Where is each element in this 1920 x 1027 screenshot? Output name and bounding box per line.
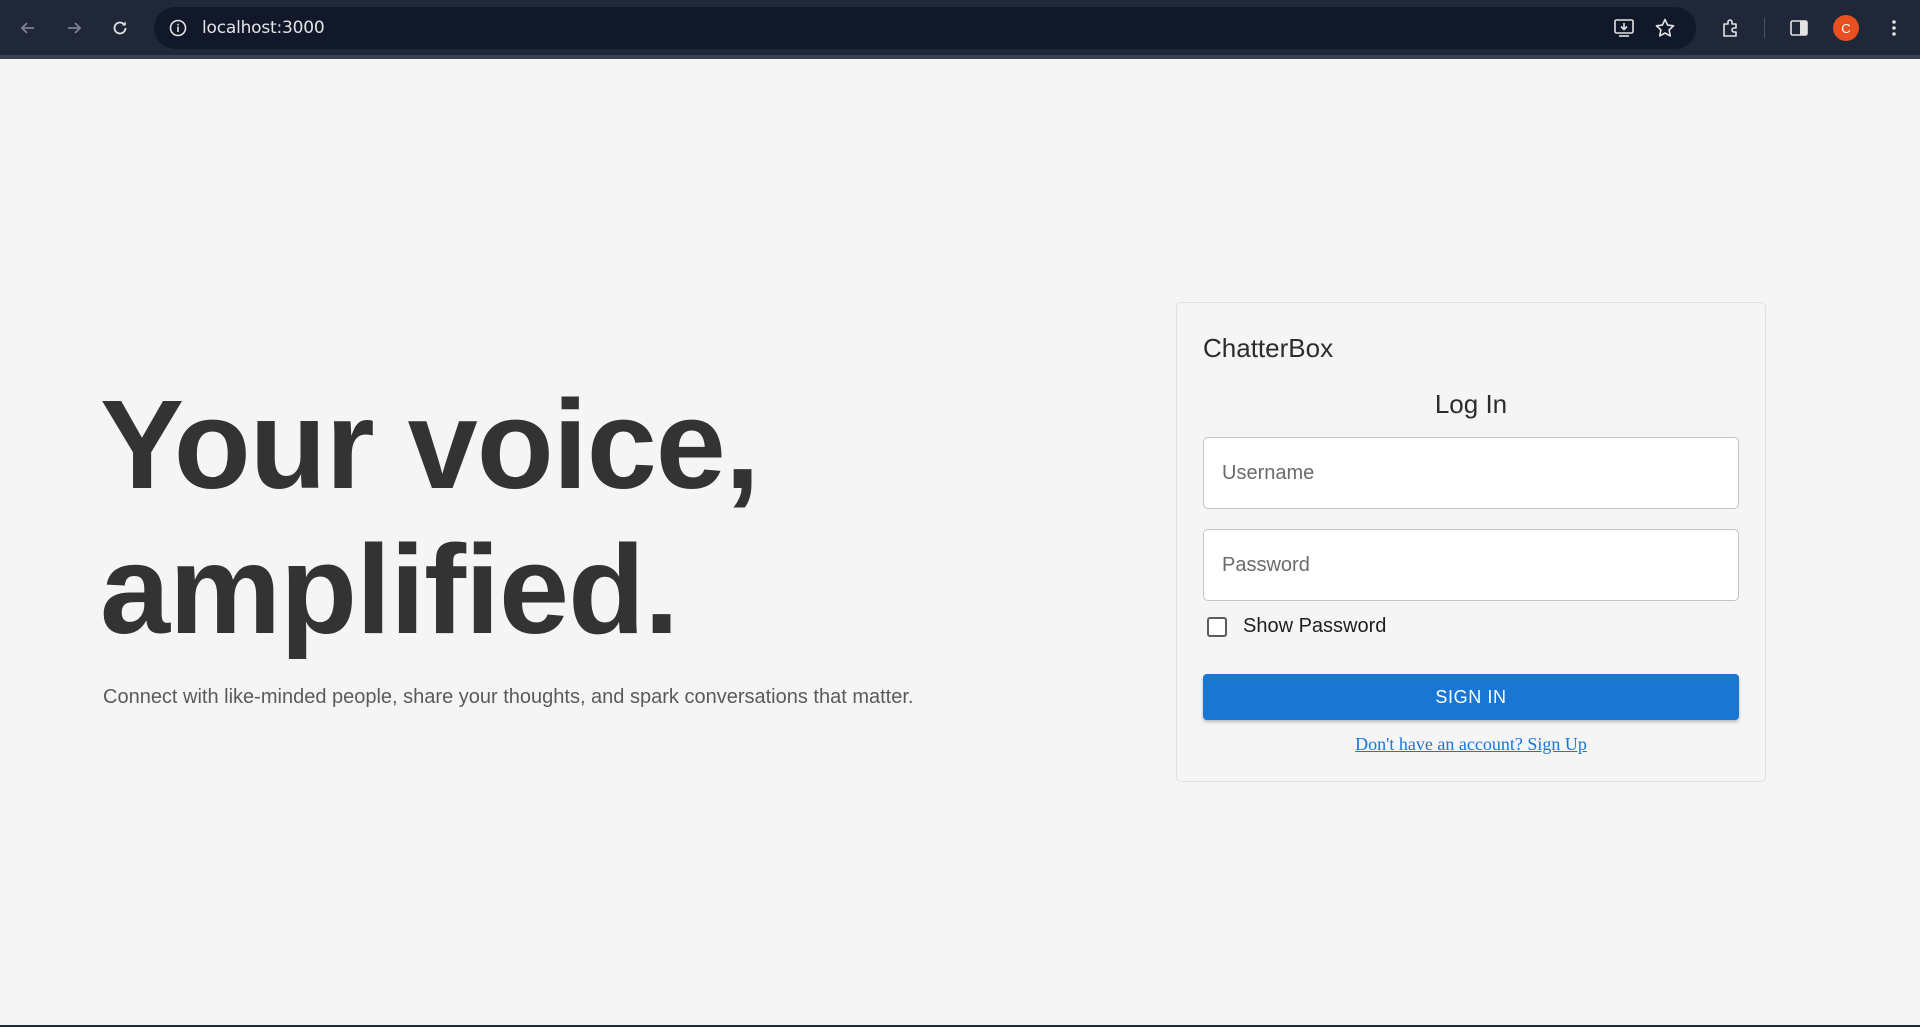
show-password-toggle[interactable]: Show Password xyxy=(1203,615,1386,638)
kebab-menu-icon xyxy=(1892,20,1896,36)
browser-menu-button[interactable] xyxy=(1878,12,1910,44)
puzzle-icon xyxy=(1723,19,1737,37)
login-title: Log In xyxy=(1434,389,1508,419)
extensions-button[interactable] xyxy=(1715,12,1747,44)
back-arrow-icon xyxy=(20,22,34,34)
login-card: ChatterBox Log In Show Password SIGN IN … xyxy=(1176,302,1766,782)
install-app-icon xyxy=(1614,19,1634,37)
site-info-button[interactable] xyxy=(164,14,192,42)
reload-icon xyxy=(113,21,127,35)
show-password-checkbox[interactable] xyxy=(1207,616,1227,637)
reload-button[interactable] xyxy=(102,10,138,46)
hero-subtitle: Connect with like-minded people, share y… xyxy=(103,686,914,708)
star-icon xyxy=(1655,18,1675,37)
sign-up-link[interactable]: Don't have an account? Sign Up xyxy=(1177,734,1765,755)
side-panel-button[interactable] xyxy=(1783,12,1815,44)
show-password-label[interactable]: Show Password xyxy=(1243,615,1386,638)
forward-button[interactable] xyxy=(56,10,92,46)
side-panel-icon xyxy=(1790,20,1808,36)
back-button[interactable] xyxy=(10,10,46,46)
hero-headline: Your voice, amplified. xyxy=(100,372,1060,662)
brand-name: ChatterBox xyxy=(1203,333,1334,363)
username-field xyxy=(1203,437,1739,509)
install-app-button[interactable] xyxy=(1610,14,1638,42)
address-bar[interactable]: localhost:3000 xyxy=(154,7,1696,49)
username-input[interactable] xyxy=(1204,438,1738,508)
profile-avatar[interactable]: C xyxy=(1833,15,1859,41)
sign-in-button[interactable]: SIGN IN xyxy=(1203,674,1739,720)
toolbar-divider xyxy=(1764,18,1765,38)
info-icon xyxy=(169,19,187,37)
password-input[interactable] xyxy=(1204,530,1738,600)
browser-toolbar: localhost:3000 C xyxy=(0,0,1920,59)
hero-headline-line-1: Your voice, xyxy=(100,374,760,515)
password-field xyxy=(1203,529,1739,601)
hero-headline-line-2: amplified. xyxy=(100,519,679,660)
forward-arrow-icon xyxy=(68,22,82,34)
bookmark-button[interactable] xyxy=(1651,14,1679,42)
toolbar-bottom-edge xyxy=(0,55,1920,59)
url-text[interactable]: localhost:3000 xyxy=(202,18,325,38)
